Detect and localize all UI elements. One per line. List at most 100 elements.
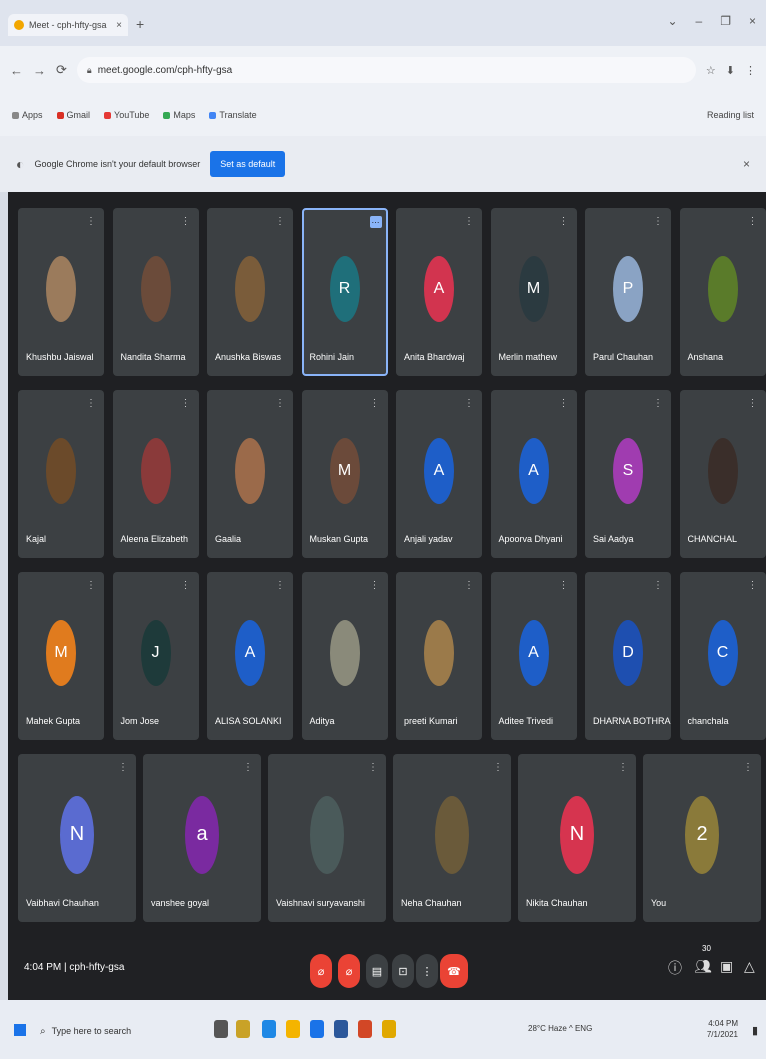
- participant-tile[interactable]: J Jom Jose ⋮: [112, 572, 199, 740]
- mic-muted-icon[interactable]: ⋮: [743, 762, 753, 773]
- mic-muted-icon[interactable]: ⋮: [275, 216, 285, 227]
- close-window-button[interactable]: ×: [749, 14, 756, 28]
- bookmark-translate[interactable]: Translate: [209, 110, 257, 120]
- participant-tile[interactable]: Khushbu Jaiswal ⋮: [18, 208, 104, 376]
- url-field[interactable]: 🔒︎ meet.google.com/cph-hfty-gsa: [76, 57, 696, 83]
- mic-muted-icon[interactable]: ⋮: [181, 398, 191, 409]
- participant-tile[interactable]: Nandita Sharma ⋮: [112, 208, 199, 376]
- mic-muted-icon[interactable]: ⋮: [86, 216, 96, 227]
- chrome-taskbar-icon[interactable]: [286, 1020, 300, 1038]
- camera-off-button[interactable]: ⌀: [338, 954, 360, 988]
- mic-muted-icon[interactable]: ⋮: [118, 762, 128, 773]
- present-button[interactable]: ⊡: [392, 954, 414, 988]
- set-default-button[interactable]: Set as default: [210, 151, 286, 177]
- taskbar-search[interactable]: ⌕ Type here to search: [40, 1020, 190, 1042]
- participant-tile[interactable]: Cchanchala ⋮: [679, 572, 766, 740]
- participant-tile[interactable]: P Parul Chauhan ⋮: [585, 208, 671, 376]
- mic-muted-icon[interactable]: ⋮: [370, 398, 380, 409]
- file-explorer-icon[interactable]: [236, 1020, 250, 1038]
- participant-tile[interactable]: M Muskan Gupta ⋮: [301, 390, 388, 558]
- mic-muted-icon[interactable]: ⋮: [86, 398, 96, 409]
- bookmark-youtube[interactable]: YouTube: [104, 110, 149, 120]
- mic-muted-icon[interactable]: ⋮: [559, 580, 569, 591]
- leave-call-button[interactable]: ☎: [440, 954, 468, 988]
- mic-muted-icon[interactable]: ⋮: [275, 580, 285, 591]
- more-options-button[interactable]: ⋮: [416, 954, 438, 988]
- back-button[interactable]: ←: [10, 63, 23, 78]
- mic-muted-icon[interactable]: ⋮: [370, 580, 380, 591]
- edge-icon[interactable]: [262, 1020, 276, 1038]
- mic-muted-icon[interactable]: ⋮: [748, 398, 758, 409]
- system-tray[interactable]: 28°C Haze ^ ENG: [528, 1024, 592, 1033]
- participant-tile[interactable]: M Mahek Gupta ⋮: [18, 572, 104, 740]
- participant-tile[interactable]: A Aditee Trivedi ⋮: [490, 572, 577, 740]
- participant-tile[interactable]: N Nikita Chauhan ⋮: [518, 754, 636, 922]
- word-icon[interactable]: [334, 1020, 348, 1038]
- participant-tile[interactable]: S Sai Aadya ⋮: [585, 390, 671, 558]
- mic-muted-icon[interactable]: ⋮: [618, 762, 628, 773]
- mic-muted-icon[interactable]: ⋮: [653, 216, 663, 227]
- tab-search-icon[interactable]: ⌄: [667, 14, 677, 28]
- mic-muted-icon[interactable]: ⋮: [464, 216, 474, 227]
- mic-muted-icon[interactable]: ⋮: [86, 580, 96, 591]
- participant-tile[interactable]: R Rohini Jain ⋯: [301, 208, 388, 376]
- mic-muted-icon[interactable]: ⋮: [653, 398, 663, 409]
- mic-muted-icon[interactable]: ⋮: [748, 216, 758, 227]
- downloads-icon[interactable]: ⬇: [726, 64, 735, 77]
- meeting-details-icon[interactable]: ⓘ: [668, 958, 682, 978]
- task-view-icon[interactable]: [214, 1020, 228, 1038]
- reload-button[interactable]: ⟳: [56, 62, 67, 78]
- maximize-button[interactable]: ❐: [720, 14, 731, 28]
- mic-muted-icon[interactable]: ⋮: [653, 580, 663, 591]
- participant-tile[interactable]: D DHARNA BOTHRA ⋮: [585, 572, 671, 740]
- people-icon[interactable]: 👥︎: [694, 958, 712, 975]
- mic-off-button[interactable]: ⌀: [310, 954, 332, 988]
- mic-muted-icon[interactable]: ⋮: [181, 216, 191, 227]
- participant-tile[interactable]: CHANCHAL ⋮: [679, 390, 766, 558]
- participant-tile[interactable]: a vanshee goyal ⋮: [143, 754, 261, 922]
- participant-tile[interactable]: Neha Chauhan ⋮: [393, 754, 511, 922]
- participant-tile[interactable]: A Anita Bhardwaj ⋮: [396, 208, 482, 376]
- participant-tile[interactable]: 2 You ⋮: [643, 754, 761, 922]
- app-icon-2[interactable]: [382, 1020, 396, 1038]
- close-infobar-icon[interactable]: ×: [743, 157, 750, 171]
- reading-list[interactable]: Reading list: [707, 110, 754, 120]
- participant-tile[interactable]: Aditya ⋮: [301, 572, 388, 740]
- bookmark-star-icon[interactable]: ☆: [706, 64, 716, 77]
- participant-tile[interactable]: preeti Kumari ⋮: [396, 572, 482, 740]
- participant-tile[interactable]: A Apoorva Dhyani ⋮: [490, 390, 577, 558]
- mic-muted-icon[interactable]: ⋮: [464, 398, 474, 409]
- participant-tile[interactable]: M Merlin mathew ⋮: [490, 208, 577, 376]
- forward-button[interactable]: →: [33, 63, 46, 78]
- participant-tile[interactable]: Gaalia ⋮: [207, 390, 293, 558]
- participant-tile[interactable]: Anshana ⋮: [679, 208, 766, 376]
- participant-tile[interactable]: Aleena Elizabeth ⋮: [112, 390, 199, 558]
- store-icon[interactable]: [310, 1020, 324, 1038]
- bookmark-gmail[interactable]: Gmail: [56, 110, 90, 120]
- chat-icon[interactable]: ▣: [720, 958, 733, 975]
- new-tab-button[interactable]: +: [136, 16, 144, 32]
- minimize-button[interactable]: –: [696, 14, 703, 28]
- mic-muted-icon[interactable]: ⋮: [181, 580, 191, 591]
- browser-tab[interactable]: Meet - cph-hfty-gsa ×: [8, 14, 128, 36]
- windows-start-icon[interactable]: [14, 1024, 26, 1036]
- app-icon[interactable]: [358, 1020, 372, 1038]
- participant-tile[interactable]: Anushka Biswas ⋮: [207, 208, 293, 376]
- menu-icon[interactable]: ⋮: [745, 64, 756, 77]
- notifications-icon[interactable]: ▮: [752, 1024, 758, 1037]
- bookmark-maps[interactable]: Maps: [163, 110, 195, 120]
- participant-tile[interactable]: Kajal ⋮: [18, 390, 104, 558]
- mic-muted-icon[interactable]: ⋮: [464, 580, 474, 591]
- taskbar-clock[interactable]: 4:04 PM 7/1/2021: [707, 1018, 738, 1040]
- mic-muted-icon[interactable]: ⋮: [368, 762, 378, 773]
- participant-tile[interactable]: N Vaibhavi Chauhan ⋮: [18, 754, 136, 922]
- mic-muted-icon[interactable]: ⋮: [559, 398, 569, 409]
- activities-icon[interactable]: △: [744, 958, 755, 975]
- mic-muted-icon[interactable]: ⋮: [275, 398, 285, 409]
- participant-tile[interactable]: A ALISA SOLANKI ⋮: [207, 572, 293, 740]
- pin-icon[interactable]: ⋯: [369, 216, 382, 228]
- bookmark-apps[interactable]: Apps: [12, 110, 43, 120]
- participant-tile[interactable]: Vaishnavi suryavanshi ⋮: [268, 754, 386, 922]
- mic-muted-icon[interactable]: ⋮: [243, 762, 253, 773]
- mic-muted-icon[interactable]: ⋮: [748, 580, 758, 591]
